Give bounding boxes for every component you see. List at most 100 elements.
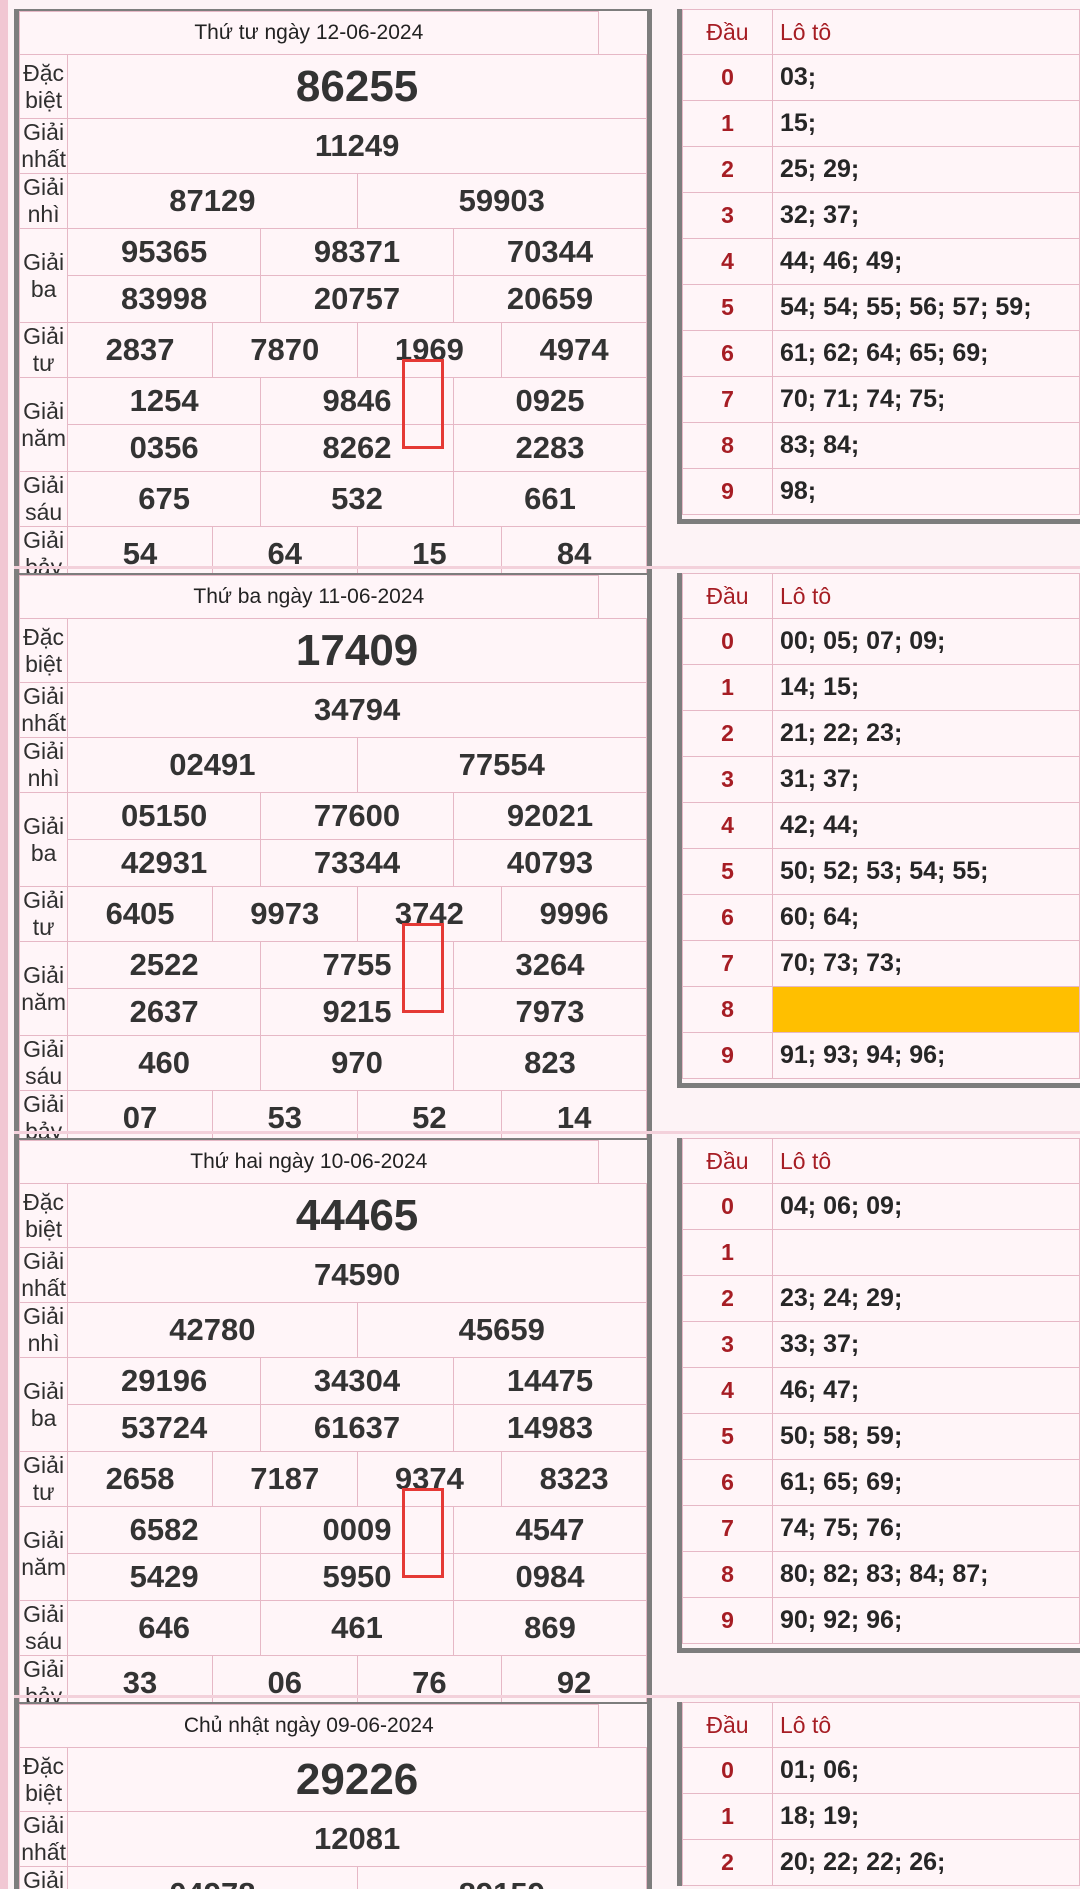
prize-giai-nam: 5429 <box>67 1553 262 1601</box>
prize-giai-tu: 9996 <box>501 886 647 942</box>
day-block-0: Thứ tư ngày 12-06-2024 Đặc biệt 86255 Gi… <box>14 9 1080 587</box>
prize-giai-nam: 7755 <box>260 941 454 989</box>
dau-digit: 8 <box>682 986 773 1033</box>
prize-dac-biet: 17409 <box>67 618 647 683</box>
label-giai-nhi: Giải nhì <box>18 737 69 793</box>
loto-values: 61; 65; 69; <box>772 1459 1080 1506</box>
loto-values: 18; 19; <box>772 1793 1080 1840</box>
prize-giai-sau: 970 <box>260 1035 454 1091</box>
loto-values: 14; 15; <box>772 664 1080 711</box>
loto-values: 42; 44; <box>772 802 1080 849</box>
loto-values: 70; 71; 74; 75; <box>772 376 1080 423</box>
prize-giai-nam: 9846 <box>260 377 454 425</box>
prize-giai-nam: 2522 <box>67 941 262 989</box>
prize-giai-nhi: 89159 <box>356 1866 648 1889</box>
prize-giai-tu: 7870 <box>211 322 358 378</box>
loto-values: 60; 64; <box>772 894 1080 941</box>
dau-digit: 3 <box>682 756 773 803</box>
dau-digit: 3 <box>682 192 773 239</box>
prize-giai-ba: 40793 <box>452 839 648 887</box>
prize-giai-nhi: 42780 <box>67 1302 358 1358</box>
loto-header: Lô tô <box>772 1138 1080 1184</box>
prize-giai-nam: 3264 <box>452 941 648 989</box>
loto-values: 23; 24; 29; <box>772 1275 1080 1322</box>
prize-giai-nam: 8262 <box>260 424 454 472</box>
prize-dac-biet: 86255 <box>67 54 647 119</box>
prize-giai-nam: 0356 <box>67 424 262 472</box>
day-block-2: Thứ hai ngày 10-06-2024 Đặc biệt 44465 G… <box>14 1138 1080 1716</box>
loto-table-3: Đầu Lô tô 0 01; 06; 1 18; 19; 2 20; 22; 22;… <box>677 1702 1080 1886</box>
prize-giai-nam: 2283 <box>452 424 648 472</box>
day-block-3: Chủ nhật ngày 09-06-2024 Đặc biệt 29226 … <box>14 1702 1080 1889</box>
loto-values: 31; 37; <box>772 756 1080 803</box>
prize-giai-nhi: 59903 <box>356 173 648 229</box>
prize-giai-sau: 661 <box>452 471 648 527</box>
dau-digit: 5 <box>682 284 773 331</box>
dau-digit: 0 <box>682 1747 773 1794</box>
dau-digit: 4 <box>682 1367 773 1414</box>
prize-giai-nam: 6582 <box>67 1506 262 1554</box>
label-giai-sau: Giải sáu <box>18 471 69 527</box>
label-giai-nam: Giải năm <box>18 941 69 1036</box>
prize-giai-nhat: 34794 <box>67 682 647 738</box>
prize-giai-tu: 1969 <box>356 322 503 378</box>
prize-giai-nam: 9215 <box>260 988 454 1036</box>
prize-giai-ba: 61637 <box>260 1404 454 1452</box>
prize-giai-nam: 2637 <box>67 988 262 1036</box>
loto-table-0: Đầu Lô tô 0 03; 1 15; 2 25; 29; 3 32; 37; 44… <box>677 9 1080 524</box>
dau-digit: 2 <box>682 146 773 193</box>
loto-values: 04; 06; 09; <box>772 1183 1080 1230</box>
loto-table-1: Đầu Lô tô 0 00; 05; 07; 09; 1 14; 15; 2 21;… <box>677 573 1080 1088</box>
prize-giai-ba: 83998 <box>67 275 262 323</box>
dau-digit: 4 <box>682 238 773 285</box>
loto-values: 61; 62; 64; 65; 69; <box>772 330 1080 377</box>
prize-giai-sau: 869 <box>452 1600 648 1656</box>
prize-giai-sau: 646 <box>67 1600 262 1656</box>
dau-digit: 9 <box>682 468 773 515</box>
label-giai-tu: Giải tư <box>18 886 69 942</box>
dau-header: Đầu <box>682 1702 773 1748</box>
loto-table-2: Đầu Lô tô 0 04; 06; 09; 1 2 23; 24; 29; 33… <box>677 1138 1080 1653</box>
label-dac-biet: Đặc biệt <box>18 54 69 119</box>
label-giai-ba: Giải ba <box>18 1357 69 1452</box>
dau-digit: 9 <box>682 1032 773 1079</box>
label-giai-tu: Giải tư <box>18 1451 69 1507</box>
loto-header: Lô tô <box>772 9 1080 55</box>
dau-digit: 7 <box>682 940 773 987</box>
dau-digit: 3 <box>682 1321 773 1368</box>
label-giai-nhi: Giải nhì <box>18 1866 69 1889</box>
loto-values: 74; 75; 76; <box>772 1505 1080 1552</box>
dau-digit: 7 <box>682 1505 773 1552</box>
prize-giai-tu: 2837 <box>67 322 213 378</box>
prize-giai-nhi: 04978 <box>67 1866 358 1889</box>
prize-giai-nam: 1254 <box>67 377 262 425</box>
day-title: Chủ nhật ngày 09-06-2024 <box>19 1704 599 1748</box>
separator <box>14 1695 1080 1698</box>
results-table-2: Thứ hai ngày 10-06-2024 Đặc biệt 44465 G… <box>14 1138 652 1716</box>
separator <box>14 1131 1080 1134</box>
label-giai-sau: Giải sáu <box>18 1035 69 1091</box>
loto-values: 25; 29; <box>772 146 1080 193</box>
label-giai-tu: Giải tư <box>18 322 69 378</box>
loto-values: 20; 22; 22; 26; <box>772 1839 1080 1886</box>
dau-header: Đầu <box>682 1138 773 1184</box>
prize-giai-ba: 98371 <box>260 228 454 276</box>
dau-digit: 8 <box>682 1551 773 1598</box>
prize-giai-nam: 4547 <box>452 1506 648 1554</box>
loto-values: 44; 46; 49; <box>772 238 1080 285</box>
dau-digit: 1 <box>682 1229 773 1276</box>
dau-digit: 2 <box>682 1275 773 1322</box>
dau-digit: 6 <box>682 894 773 941</box>
results-table-0: Thứ tư ngày 12-06-2024 Đặc biệt 86255 Gi… <box>14 9 652 587</box>
prize-giai-tu: 4974 <box>501 322 647 378</box>
label-dac-biet: Đặc biệt <box>18 1183 69 1248</box>
results-table-3: Chủ nhật ngày 09-06-2024 Đặc biệt 29226 … <box>14 1702 652 1889</box>
prize-giai-nam: 0009 <box>260 1506 454 1554</box>
label-giai-nhi: Giải nhì <box>18 1302 69 1358</box>
prize-giai-ba: 42931 <box>67 839 262 887</box>
dau-digit: 9 <box>682 1597 773 1644</box>
loto-values: 01; 06; <box>772 1747 1080 1794</box>
label-giai-ba: Giải ba <box>18 228 69 323</box>
prize-giai-nhi: 02491 <box>67 737 358 793</box>
dau-digit: 8 <box>682 422 773 469</box>
